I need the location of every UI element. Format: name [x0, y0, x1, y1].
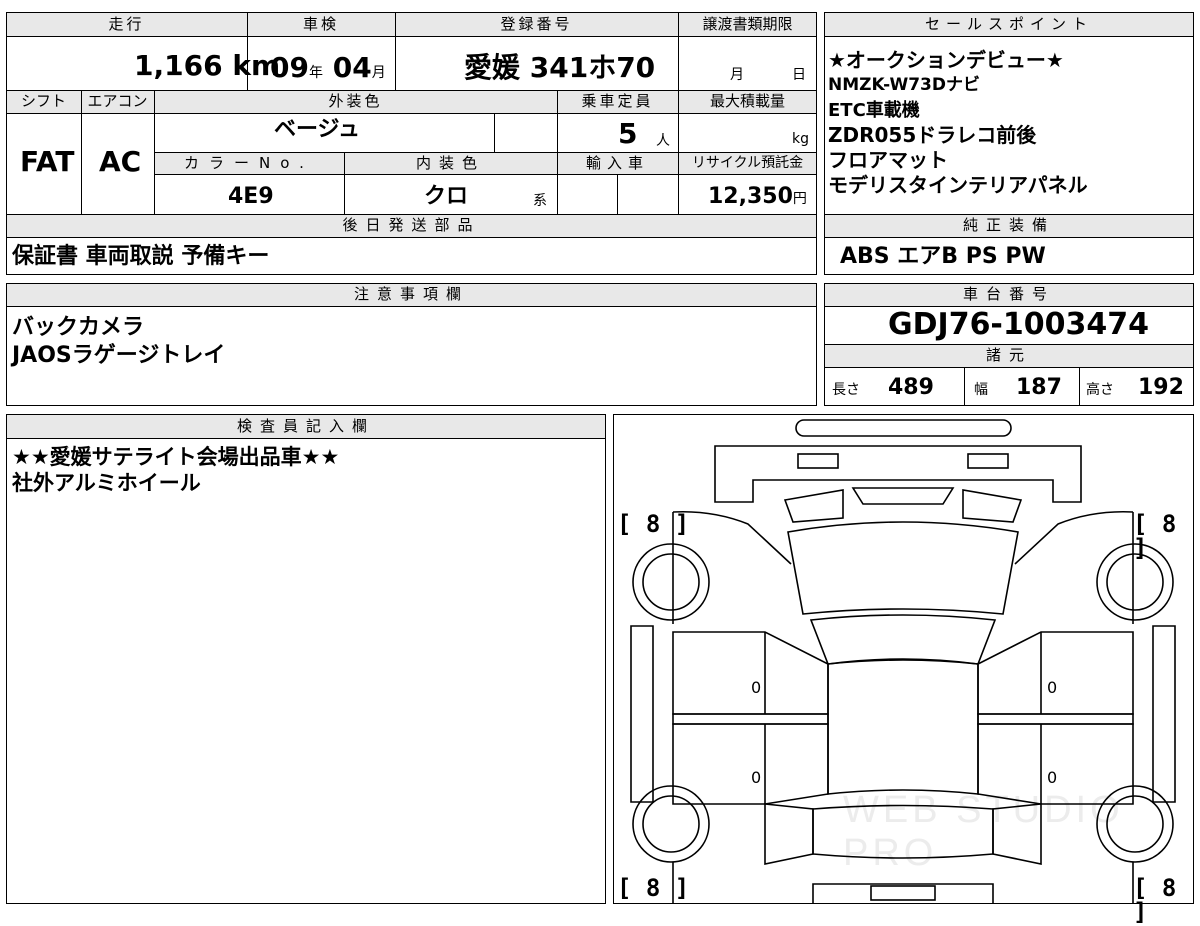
later-items-value: 保証書 車両取説 予備キー [12, 244, 270, 269]
sales-item: ★オークションデビュー★ [828, 48, 1064, 72]
tire-rating-rear-right: [ 8 ] [1133, 874, 1177, 926]
width-value: 187 [1016, 375, 1062, 400]
month-unit: 月 [371, 65, 386, 81]
door-mark-rear-left: 0 [751, 768, 762, 787]
door-mark-rear-right: 0 [1047, 768, 1058, 787]
width-label: 幅 [974, 382, 988, 398]
sales-item: モデリスタインテリアパネル [828, 173, 1088, 197]
exterior-value: ベージュ [274, 117, 361, 142]
interior-value: クロ [424, 184, 469, 209]
inspection-year: 09 [270, 51, 309, 84]
tire-rating-rear-left: [ 8 ] [617, 874, 690, 902]
recycle-unit: 円 [792, 191, 807, 207]
vehicle-diagram [630, 419, 1176, 904]
standard-equipment-value: ABS エアB PS PW [840, 244, 1046, 269]
inspector-panel: 検査員記入欄 ★★愛媛サテライト会場出品車★★ 社外アルミホイール [6, 414, 606, 904]
transfer-day-unit: 日 [792, 67, 806, 83]
max-load-unit: kg [792, 131, 809, 147]
length-label: 長さ [832, 382, 860, 398]
note-item: JAOSラゲージトレイ [12, 343, 226, 368]
vehicle-diagram-panel: WEB STUDIO PRO [8] [8] [8] [8] 0… [613, 414, 1194, 924]
note-item: バックカメラ [12, 315, 145, 340]
registration-value: 愛媛 341ホ70 [464, 51, 656, 84]
interior-unit: 系 [533, 193, 547, 209]
tire-rating-front-right: [ 8 ] [1133, 510, 1177, 562]
door-mark-front-right: 0 [1047, 678, 1058, 697]
height-value: 192 [1138, 375, 1184, 400]
capacity-unit: 人 [656, 133, 670, 149]
height-label: 高さ [1086, 382, 1114, 398]
sales-item: NMZK-W73Dナビ [828, 75, 980, 95]
sales-list: ★オークションデビュー★ NMZK-W73Dナビ ETC車載機 ZDR055ドラ… [828, 48, 1088, 198]
notes-panel: 注意事項欄 バックカメラ JAOSラゲージトレイ [6, 283, 817, 406]
chassis-number: GDJ76-1003474 [888, 307, 1150, 342]
inspector-list: ★★愛媛サテライト会場出品車★★ 社外アルミホイール [12, 444, 339, 496]
inspection-month: 04 [332, 51, 372, 84]
transfer-month-unit: 月 [730, 67, 744, 83]
chassis-panel: 車台番号 諸元 GDJ76-1003474 長さ 489 幅 187 高さ 19… [824, 283, 1194, 406]
year-unit: 年 [308, 65, 323, 81]
mileage-value: 1,166 km [134, 49, 281, 82]
inspector-item: 社外アルミホイール [12, 471, 201, 495]
shift-value: FAT [20, 145, 75, 178]
inspector-item: ★★愛媛サテライト会場出品車★★ [12, 445, 340, 469]
notes-list: バックカメラ JAOSラゲージトレイ [12, 314, 225, 370]
inspection-date: 09年 04月 [270, 54, 386, 82]
capacity-value: 5 [618, 117, 638, 150]
sales-item: ETC車載機 [828, 100, 920, 121]
vehicle-info-table: 走行 車検 登録番号 譲渡書類期限 シフト エアコン 外装色 乗車定員 最大積載… [6, 12, 817, 275]
color-no-value: 4E9 [228, 184, 274, 209]
aircon-value: AC [99, 145, 142, 178]
tire-rating-front-left: [ 8 ] [617, 510, 690, 538]
length-value: 489 [888, 375, 934, 400]
sales-points-panel: セールスポイント 純正装備 ★オークションデビュー★ NMZK-W73Dナビ E… [824, 12, 1194, 275]
sales-item: フロアマット [828, 148, 948, 172]
door-mark-front-left: 0 [751, 678, 762, 697]
sales-item: ZDR055ドラレコ前後 [828, 123, 1037, 147]
recycle-value: 12,350円 [708, 184, 807, 209]
